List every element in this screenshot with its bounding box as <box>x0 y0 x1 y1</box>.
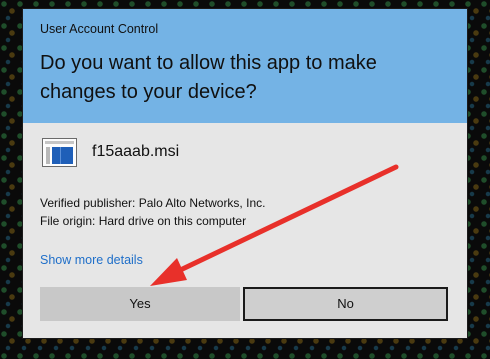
dialog-caption: User Account Control <box>40 22 159 36</box>
no-button[interactable]: No <box>243 287 448 321</box>
publisher-line: Verified publisher: Palo Alto Networks, … <box>40 196 266 210</box>
dialog-header: User Account Control Do you want to allo… <box>23 9 467 123</box>
publisher-info: Verified publisher: Palo Alto Networks, … <box>40 194 265 230</box>
msi-installer-icon <box>42 138 77 167</box>
uac-dialog: User Account Control Do you want to allo… <box>22 8 468 339</box>
origin-line: File origin: Hard drive on this computer <box>40 214 247 228</box>
show-more-details-link[interactable]: Show more details <box>40 253 143 267</box>
yes-button[interactable]: Yes <box>40 287 240 321</box>
app-name: f15aaab.msi <box>92 143 180 160</box>
dialog-question: Do you want to allow this app to make ch… <box>40 52 377 103</box>
